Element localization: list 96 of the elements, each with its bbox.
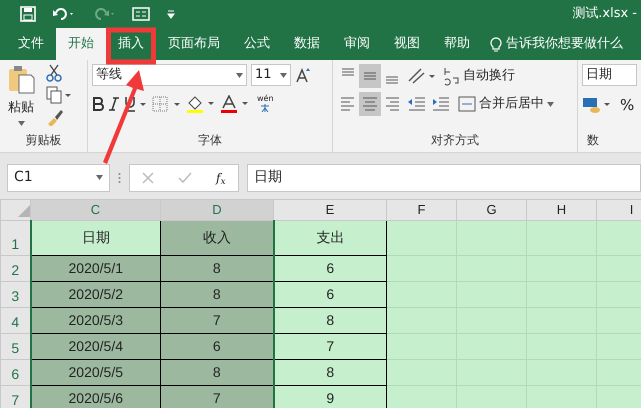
table-cell[interactable]: 8 [274, 307, 386, 333]
increase-indent-icon[interactable] [431, 96, 451, 112]
table-cell[interactable]: 7 [274, 333, 386, 359]
align-bottom-icon [386, 76, 398, 84]
align-center-button[interactable] [359, 92, 381, 116]
ribbon-tab[interactable]: 文件 [6, 28, 56, 60]
column-header[interactable]: D [160, 200, 274, 220]
currency-icon[interactable] [582, 96, 612, 114]
customize-dropdown-icon[interactable] [166, 9, 176, 19]
table-cell[interactable]: 2020/5/5 [30, 359, 160, 385]
more-icon[interactable] [118, 172, 121, 184]
column-header[interactable]: E [274, 200, 386, 220]
window-title: 测试.xlsx - [572, 5, 637, 24]
bold-icon[interactable] [92, 97, 104, 111]
ribbon-tab[interactable]: 页面布局 [156, 28, 232, 60]
tell-me-search[interactable]: 告诉我你想要做什么 [506, 34, 623, 54]
font-color-icon[interactable] [220, 95, 250, 113]
table-cell[interactable]: 6 [274, 281, 386, 307]
percent-style-button[interactable]: % [620, 94, 634, 116]
row-header[interactable]: 7 [0, 385, 30, 408]
paste-button[interactable]: 粘贴 [4, 64, 38, 126]
row-header[interactable]: 2 [0, 255, 30, 281]
formula-field[interactable]: 日期 [247, 164, 641, 192]
align-middle-button[interactable] [359, 64, 381, 88]
table-cell[interactable]: 日期 [30, 220, 160, 255]
column-header[interactable]: G [456, 200, 526, 220]
column-header[interactable]: H [526, 200, 596, 220]
ribbon-tab[interactable]: 开始 [56, 28, 106, 60]
table-cell[interactable]: 2020/5/2 [30, 281, 160, 307]
decrease-indent-icon[interactable] [407, 96, 427, 112]
lightbulb-icon [490, 36, 502, 52]
column-header[interactable]: F [386, 200, 456, 220]
format-painter-icon[interactable] [46, 108, 64, 126]
save-icon[interactable] [20, 6, 36, 22]
table-cell[interactable]: 收入 [160, 220, 274, 255]
phonetic-icon [260, 103, 270, 113]
font-name-dropdown[interactable]: 等线 [92, 64, 247, 86]
grow-font-icon[interactable] [295, 67, 311, 83]
ribbon-tab[interactable]: 帮助 [432, 28, 482, 60]
table-cell[interactable]: 8 [274, 359, 386, 385]
caret-icon[interactable] [236, 72, 243, 78]
clipboard-icon [7, 65, 35, 95]
borders-icon[interactable] [152, 96, 182, 112]
row-header[interactable]: 3 [0, 281, 30, 307]
merge-cells-icon [458, 96, 476, 112]
column-header[interactable]: I [596, 200, 641, 220]
caret-icon[interactable] [96, 175, 103, 180]
highlight-frame [106, 28, 156, 64]
table-cell[interactable]: 8 [160, 359, 274, 385]
wrap-text-icon [444, 66, 460, 86]
fill-color-icon[interactable] [186, 95, 216, 113]
merge-center-button[interactable]: 合并后居中 [455, 92, 557, 116]
name-box[interactable]: C1 [7, 164, 110, 192]
underline-icon[interactable] [124, 96, 148, 112]
copy-icon[interactable] [46, 86, 72, 104]
group-label: 数 [586, 132, 600, 149]
ribbon-tab[interactable]: 视图 [382, 28, 432, 60]
font-size-dropdown[interactable]: 11 [251, 64, 291, 86]
wrap-text-button[interactable]: 自动换行 [441, 64, 518, 88]
number-format-dropdown[interactable]: 日期 [582, 64, 637, 86]
row-header[interactable]: 5 [0, 333, 30, 359]
undo-icon[interactable] [52, 6, 76, 22]
table-cell[interactable]: 7 [160, 307, 274, 333]
insert-function-button[interactable]: f$_{x}$ [216, 168, 226, 186]
table-cell[interactable]: 2020/5/6 [30, 385, 160, 408]
italic-icon[interactable] [108, 97, 120, 111]
ribbon-tab[interactable]: 公式 [232, 28, 282, 60]
ribbon-tab[interactable]: 审阅 [332, 28, 382, 60]
row-header[interactable]: 1 [0, 220, 30, 255]
orientation-icon[interactable] [407, 67, 437, 85]
align-middle-icon [364, 72, 376, 80]
phonetic-button[interactable]: wén [254, 94, 277, 114]
table-cell[interactable]: 6 [160, 333, 274, 359]
table-cell[interactable]: 2020/5/1 [30, 255, 160, 281]
table-cell[interactable]: 2020/5/4 [30, 333, 160, 359]
ribbon-tab[interactable]: 数据 [282, 28, 332, 60]
ribbon-tab[interactable]: 插入 [106, 28, 156, 60]
caret-icon[interactable] [280, 72, 287, 78]
group-label: 对齐方式 [430, 132, 480, 149]
table-cell[interactable]: 6 [274, 255, 386, 281]
caret-icon[interactable] [547, 102, 554, 106]
table-cell[interactable]: 8 [160, 255, 274, 281]
table-cell[interactable]: 2020/5/3 [30, 307, 160, 333]
align-top-icon [342, 68, 354, 76]
table-cell[interactable]: 9 [274, 385, 386, 408]
group-label: 字体 [197, 132, 223, 149]
row-header[interactable]: 4 [0, 307, 30, 333]
column-header[interactable]: C [30, 200, 160, 220]
group-label: 剪贴板 [24, 132, 62, 149]
table-cell[interactable]: 8 [160, 281, 274, 307]
cut-icon[interactable] [46, 64, 62, 82]
form-icon[interactable] [132, 7, 150, 21]
table-cell[interactable]: 支出 [274, 220, 386, 255]
table-cell[interactable]: 7 [160, 385, 274, 408]
row-header[interactable]: 6 [0, 359, 30, 385]
caret-icon[interactable] [18, 120, 24, 126]
